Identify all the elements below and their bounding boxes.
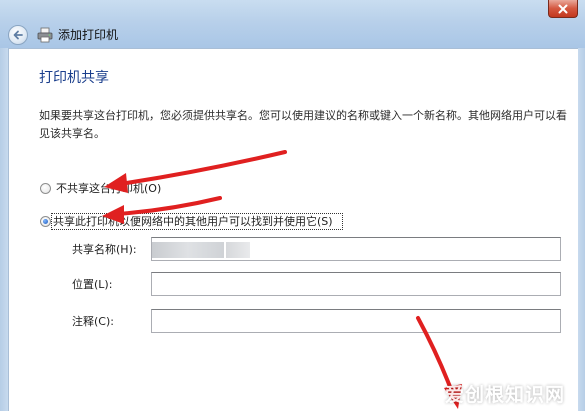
location-input[interactable] — [151, 272, 561, 296]
share-name-input[interactable] — [151, 237, 561, 261]
share-label[interactable]: 共享此打印机以便网络中的其他用户可以找到并使用它(S) — [53, 215, 333, 229]
description-text: 如果要共享这台打印机，您必须提供共享名。您可以使用建议的名称或键入一个新名称。其… — [39, 109, 567, 140]
comment-label: 注释(C): — [72, 315, 114, 328]
no-share-label[interactable]: 不共享这台打印机(O) — [56, 182, 161, 196]
watermark-text: 爱创根知识网 — [445, 384, 566, 406]
comment-input[interactable] — [151, 309, 561, 333]
page-title: 打印机共享 — [39, 70, 109, 86]
location-label: 位置(L): — [72, 278, 113, 291]
window-border-left — [0, 48, 8, 411]
close-button[interactable] — [548, 0, 578, 18]
close-icon — [558, 4, 568, 13]
redacted-text — [152, 242, 224, 258]
redacted-text — [226, 242, 250, 258]
share-radio[interactable] — [40, 216, 51, 227]
window-title: 添加打印机 — [58, 28, 119, 42]
window-border-right — [578, 48, 585, 411]
back-button[interactable] — [8, 25, 28, 45]
back-arrow-icon — [13, 30, 23, 40]
no-share-radio[interactable] — [40, 183, 51, 194]
printer-icon — [37, 27, 53, 43]
share-name-label: 共享名称(H): — [72, 243, 137, 256]
